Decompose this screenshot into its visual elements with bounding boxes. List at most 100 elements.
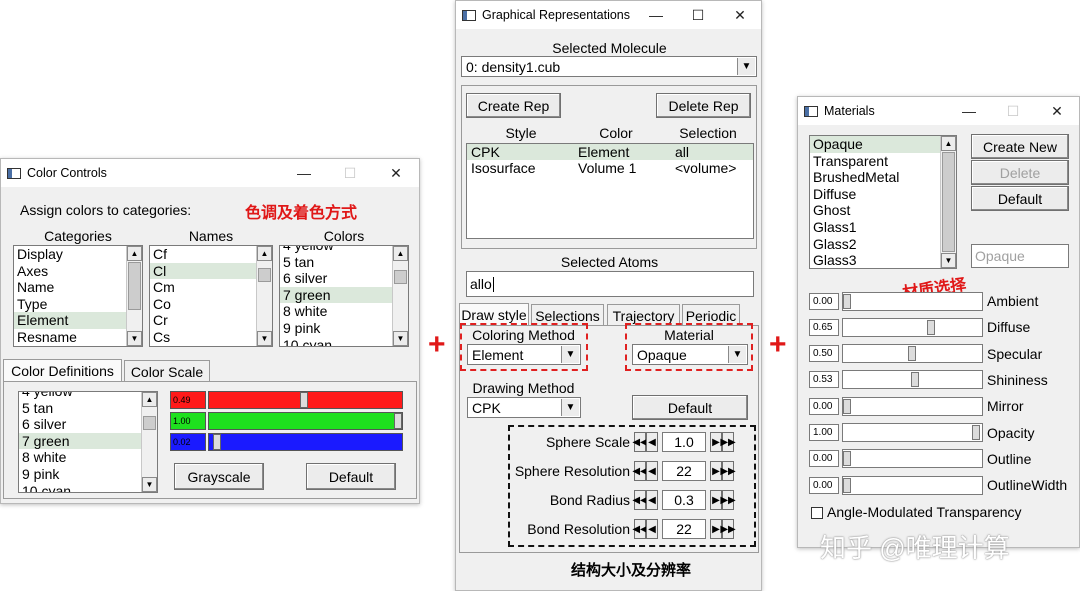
property-value[interactable]: 0.00 xyxy=(809,397,839,415)
blue-knob[interactable] xyxy=(213,434,221,450)
property-value[interactable]: 0.00 xyxy=(809,292,839,310)
chevron-down-icon[interactable]: ▼ xyxy=(737,58,755,75)
property-value[interactable]: 0.53 xyxy=(809,371,839,389)
maximize-icon[interactable]: ☐ xyxy=(677,1,719,29)
list-item[interactable]: Cf xyxy=(150,246,272,263)
list-item[interactable]: Display xyxy=(14,246,142,263)
property-track[interactable] xyxy=(842,370,983,390)
list-item[interactable]: Element xyxy=(14,312,142,329)
scroll-thumb[interactable] xyxy=(143,416,156,430)
materials-scrollbar[interactable]: ▲ ▼ xyxy=(940,136,956,268)
scroll-up-icon[interactable]: ▲ xyxy=(142,392,157,407)
list-item[interactable]: 6 silver xyxy=(280,270,408,287)
names-scrollbar[interactable]: ▲ ▼ xyxy=(256,246,272,346)
list-item[interactable]: Ghost xyxy=(810,202,956,219)
scroll-up-icon[interactable]: ▲ xyxy=(127,246,142,261)
list-item[interactable]: 9 pink xyxy=(19,466,157,483)
list-item[interactable]: Cm xyxy=(150,279,272,296)
blue-slider[interactable]: 0.02 xyxy=(170,433,403,451)
list-item[interactable]: Type xyxy=(14,296,142,313)
minimize-icon[interactable]: — xyxy=(947,97,991,125)
property-track[interactable] xyxy=(842,475,983,495)
blue-track[interactable] xyxy=(208,433,403,451)
colors-scrollbar[interactable]: ▲ ▼ xyxy=(392,246,408,346)
list-item[interactable]: Axes xyxy=(14,263,142,280)
color-definitions-list[interactable]: 4 yellow 5 tan 6 silver 7 green 8 white 9 pin… xyxy=(18,391,158,493)
property-value[interactable]: 0.00 xyxy=(809,476,839,494)
create-new-button[interactable]: Create New xyxy=(971,134,1069,159)
red-slider[interactable]: 0.49 xyxy=(170,391,403,409)
delete-button[interactable]: Delete xyxy=(971,160,1069,185)
property-knob[interactable] xyxy=(972,425,980,440)
list-item[interactable]: Cs xyxy=(150,329,272,346)
red-track[interactable] xyxy=(208,391,403,409)
material-property-slider[interactable]: 0.00 Ambient xyxy=(809,291,1077,311)
default-button[interactable]: Default xyxy=(632,395,748,420)
colors-list[interactable]: 4 yellow 5 tan 6 silver 7 green 8 white 9 pin… xyxy=(279,245,409,347)
property-value[interactable]: 1.00 xyxy=(809,424,839,441)
scroll-thumb[interactable] xyxy=(942,152,955,252)
material-property-slider[interactable]: 0.50 Specular xyxy=(809,344,1077,364)
drawing-method-select[interactable]: CPK ▼ xyxy=(467,397,581,418)
tab-draw-style[interactable]: Draw style xyxy=(459,303,529,325)
property-knob[interactable] xyxy=(908,346,916,362)
property-value[interactable]: 0.50 xyxy=(809,345,839,363)
create-rep-button[interactable]: Create Rep xyxy=(466,93,561,118)
scroll-down-icon[interactable]: ▼ xyxy=(142,477,157,492)
list-item[interactable]: 5 tan xyxy=(19,400,157,417)
scroll-thumb[interactable] xyxy=(128,262,141,310)
categories-list[interactable]: Display Axes Name Type Element Resname ▲ ▼ xyxy=(13,245,143,347)
green-track[interactable] xyxy=(208,412,403,430)
molecule-select[interactable]: 0: density1.cub ▼ xyxy=(461,56,757,77)
scroll-down-icon[interactable]: ▼ xyxy=(127,331,142,346)
list-item[interactable]: Transparent xyxy=(810,153,956,170)
list-item[interactable]: Glass1 xyxy=(810,219,956,236)
material-name-input[interactable]: Opaque xyxy=(971,244,1069,268)
list-item[interactable]: Resname xyxy=(14,329,142,346)
red-knob[interactable] xyxy=(300,392,308,408)
material-property-slider[interactable]: 0.00 OutlineWidth xyxy=(809,475,1077,495)
property-track[interactable] xyxy=(842,291,983,311)
list-item[interactable]: Diffuse xyxy=(810,186,956,203)
property-knob[interactable] xyxy=(911,372,919,388)
list-item[interactable]: 8 white xyxy=(19,449,157,466)
green-slider[interactable]: 1.00 xyxy=(170,412,403,430)
list-item[interactable]: Opaque xyxy=(810,136,956,153)
material-property-slider[interactable]: 0.65 Diffuse xyxy=(809,317,1077,337)
close-icon[interactable]: ✕ xyxy=(719,1,761,29)
table-row[interactable]: Isosurface Volume 1 <volume> xyxy=(467,160,753,176)
material-property-slider[interactable]: 0.53 Shininess xyxy=(809,370,1077,390)
maximize-icon[interactable]: ☐ xyxy=(327,159,373,187)
list-item[interactable]: 10 cyan xyxy=(19,483,157,492)
list-item[interactable]: 10 cyan xyxy=(280,337,408,346)
scroll-down-icon[interactable]: ▼ xyxy=(393,331,408,346)
tab-color-scale[interactable]: Color Scale xyxy=(124,360,210,382)
grayscale-button[interactable]: Grayscale xyxy=(174,463,264,490)
list-item[interactable]: 4 yellow xyxy=(280,246,408,254)
names-list[interactable]: Cf Cl Cm Co Cr Cs ▲ ▼ xyxy=(149,245,273,347)
definitions-scrollbar[interactable]: ▲ ▼ xyxy=(141,392,157,492)
scroll-up-icon[interactable]: ▲ xyxy=(257,246,272,261)
delete-rep-button[interactable]: Delete Rep xyxy=(656,93,751,118)
list-item[interactable]: 7 green xyxy=(19,432,157,450)
table-row[interactable]: CPK Element all xyxy=(467,144,753,160)
property-track[interactable] xyxy=(842,396,983,416)
scroll-down-icon[interactable]: ▼ xyxy=(257,331,272,346)
close-icon[interactable]: ✕ xyxy=(373,159,419,187)
property-track[interactable] xyxy=(842,449,983,469)
scroll-thumb[interactable] xyxy=(258,268,271,282)
list-item[interactable]: Glass3 xyxy=(810,252,956,268)
selected-atoms-input[interactable]: allo xyxy=(466,271,754,297)
property-value[interactable]: 0.00 xyxy=(809,450,839,468)
minimize-icon[interactable]: — xyxy=(635,1,677,29)
chevron-down-icon[interactable]: ▼ xyxy=(561,399,579,416)
scroll-down-icon[interactable]: ▼ xyxy=(941,253,956,268)
property-track[interactable] xyxy=(842,317,983,337)
material-property-slider[interactable]: 0.00 Mirror xyxy=(809,396,1077,416)
list-item[interactable]: Name xyxy=(14,279,142,296)
tab-color-definitions[interactable]: Color Definitions xyxy=(3,359,122,381)
list-item[interactable]: Co xyxy=(150,296,272,313)
list-item[interactable]: 5 tan xyxy=(280,254,408,271)
maximize-icon[interactable]: ☐ xyxy=(991,97,1035,125)
scroll-up-icon[interactable]: ▲ xyxy=(393,246,408,261)
